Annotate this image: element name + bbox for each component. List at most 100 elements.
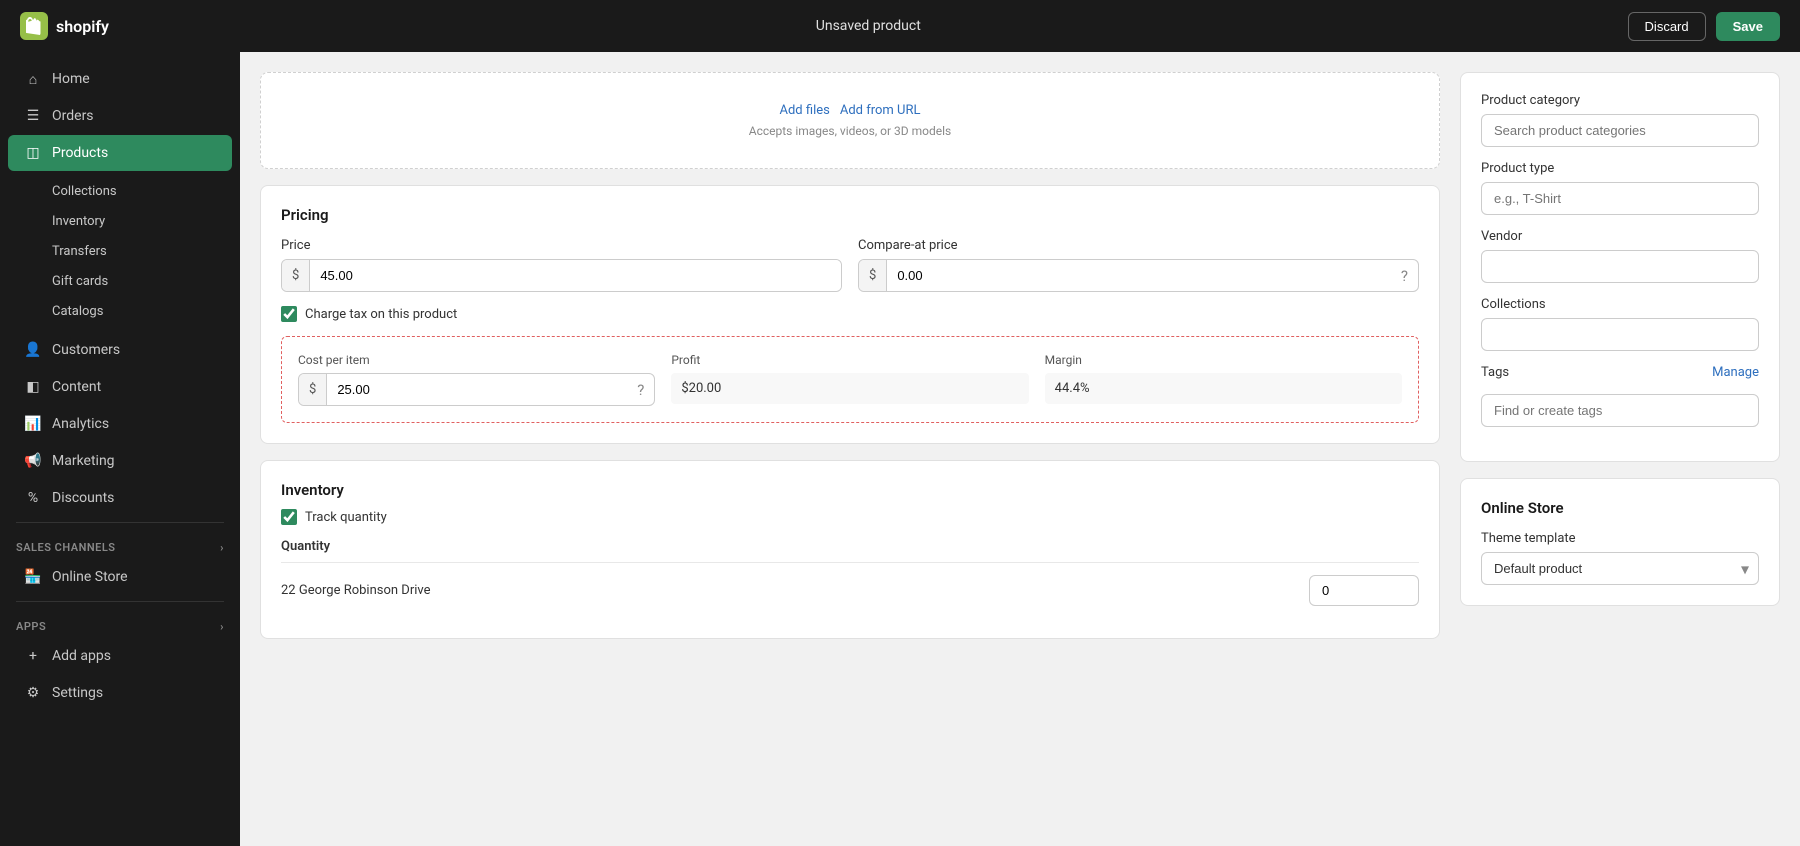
tags-input[interactable]	[1481, 394, 1759, 427]
home-icon: ⌂	[24, 70, 42, 88]
sidebar-item-products[interactable]: ◫ Products	[8, 135, 232, 171]
sidebar-item-label: Orders	[52, 108, 94, 124]
tags-row: Tags Manage	[1481, 365, 1759, 380]
quantity-location: 22 George Robinson Drive	[281, 583, 431, 598]
compare-help-icon[interactable]: ?	[1391, 267, 1418, 285]
organization-card: Product category Product type Vendor Col…	[1460, 72, 1780, 462]
quantity-title: Quantity	[281, 539, 1419, 554]
settings-icon: ⚙	[24, 684, 42, 702]
main-content: Add files Add from URL Accepts images, v…	[240, 52, 1800, 846]
apps-expand-icon[interactable]: ›	[220, 620, 224, 633]
profit-label: Profit	[671, 353, 1028, 367]
sidebar-divider-2	[16, 601, 224, 602]
media-hint: Accepts images, videos, or 3D models	[281, 124, 1419, 138]
cost-label: Cost per item	[298, 353, 655, 367]
theme-template-wrapper: Default product Custom Landing ▾	[1481, 552, 1759, 585]
price-input[interactable]	[310, 260, 841, 291]
cost-field: Cost per item $ ?	[298, 353, 655, 406]
vendor-input[interactable]	[1481, 250, 1759, 283]
price-input-wrapper: $	[281, 259, 842, 292]
charge-tax-checkbox[interactable]	[281, 306, 297, 322]
quantity-row: 22 George Robinson Drive	[281, 562, 1419, 618]
sidebar-item-analytics[interactable]: 📊 Analytics	[8, 406, 232, 442]
compare-input-wrapper: $ ?	[858, 259, 1419, 292]
add-from-url-link[interactable]: Add from URL	[840, 103, 921, 118]
app-body: ⌂ Home ☰ Orders ◫ Products Collections I…	[0, 52, 1800, 846]
sidebar-item-collections[interactable]: Collections	[8, 177, 232, 206]
sidebar-item-label: Discounts	[52, 490, 114, 506]
inventory-title: Inventory	[281, 481, 1419, 499]
sales-channels-section: Sales channels ›	[0, 529, 240, 558]
theme-template-select[interactable]: Default product Custom Landing	[1481, 552, 1759, 585]
content-icon: ◧	[24, 378, 42, 396]
sidebar-item-online-store[interactable]: 🏪 Online Store	[8, 559, 232, 595]
sidebar-sub-products: Collections Inventory Transfers Gift car…	[0, 172, 240, 331]
compare-price-field: Compare-at price $ ?	[858, 238, 1419, 292]
analytics-icon: 📊	[24, 415, 42, 433]
track-quantity-label: Track quantity	[305, 510, 387, 525]
sidebar: ⌂ Home ☰ Orders ◫ Products Collections I…	[0, 52, 240, 846]
cost-input[interactable]	[327, 374, 627, 405]
quantity-input[interactable]	[1309, 575, 1419, 606]
cost-help-icon[interactable]: ?	[627, 381, 654, 399]
add-files-link[interactable]: Add files	[780, 103, 830, 118]
pricing-title: Pricing	[281, 206, 1419, 224]
sidebar-item-inventory[interactable]: Inventory	[8, 207, 232, 236]
tags-label: Tags	[1481, 365, 1509, 380]
compare-currency: $	[859, 260, 887, 291]
manage-tags-link[interactable]: Manage	[1712, 365, 1759, 380]
page-title: Unsaved product	[816, 18, 921, 34]
add-apps-icon: +	[24, 647, 42, 665]
cost-currency: $	[299, 374, 327, 405]
collections-input[interactable]	[1481, 318, 1759, 351]
sidebar-item-transfers[interactable]: Transfers	[8, 237, 232, 266]
vendor-label: Vendor	[1481, 229, 1759, 244]
product-category-input[interactable]	[1481, 114, 1759, 147]
shopify-bag-icon	[20, 12, 48, 40]
cost-input-wrapper: $ ?	[298, 373, 655, 406]
right-column: Product category Product type Vendor Col…	[1460, 72, 1780, 826]
product-type-input[interactable]	[1481, 182, 1759, 215]
top-navigation: shopify Unsaved product Discard Save	[0, 0, 1800, 52]
media-card: Add files Add from URL Accepts images, v…	[260, 72, 1440, 169]
sidebar-item-content[interactable]: ◧ Content	[8, 369, 232, 405]
online-store-card: Online Store Theme template Default prod…	[1460, 478, 1780, 606]
sidebar-item-settings[interactable]: ⚙ Settings	[8, 675, 232, 711]
apps-section: Apps ›	[0, 608, 240, 637]
sidebar-item-marketing[interactable]: 📢 Marketing	[8, 443, 232, 479]
sidebar-item-home[interactable]: ⌂ Home	[8, 61, 232, 97]
price-currency: $	[282, 260, 310, 291]
margin-label: Margin	[1045, 353, 1402, 367]
sidebar-item-label: Marketing	[52, 453, 115, 469]
sidebar-item-label: Online Store	[52, 569, 128, 585]
media-links: Add files Add from URL	[281, 103, 1419, 118]
online-store-title: Online Store	[1481, 499, 1759, 517]
sidebar-item-discounts[interactable]: % Discounts	[8, 480, 232, 516]
margin-field: Margin 44.4%	[1045, 353, 1402, 406]
sidebar-item-label: Content	[52, 379, 101, 395]
logo-text: shopify	[56, 17, 109, 36]
sidebar-item-add-apps[interactable]: + Add apps	[8, 638, 232, 674]
compare-price-label: Compare-at price	[858, 238, 1419, 253]
track-quantity-checkbox[interactable]	[281, 509, 297, 525]
sidebar-item-catalogs[interactable]: Catalogs	[8, 297, 232, 326]
sidebar-item-customers[interactable]: 👤 Customers	[8, 332, 232, 368]
save-button[interactable]: Save	[1716, 12, 1780, 41]
sales-channels-expand-icon[interactable]: ›	[220, 541, 224, 554]
pricing-card: Pricing Price $ Compare-at price $	[260, 185, 1440, 444]
sidebar-item-label: Analytics	[52, 416, 109, 432]
track-quantity-row: Track quantity	[281, 509, 1419, 525]
sidebar-item-orders[interactable]: ☰ Orders	[8, 98, 232, 134]
price-label: Price	[281, 238, 842, 253]
compare-price-input[interactable]	[887, 260, 1391, 291]
sidebar-divider	[16, 522, 224, 523]
profit-value: $20.00	[671, 373, 1028, 404]
sidebar-item-label: Customers	[52, 342, 120, 358]
sidebar-item-gift-cards[interactable]: Gift cards	[8, 267, 232, 296]
price-field: Price $	[281, 238, 842, 292]
discard-button[interactable]: Discard	[1628, 12, 1706, 41]
shopify-logo: shopify	[20, 12, 109, 40]
orders-icon: ☰	[24, 107, 42, 125]
sidebar-item-label: Home	[52, 71, 90, 87]
header-actions: Discard Save	[1628, 12, 1780, 41]
